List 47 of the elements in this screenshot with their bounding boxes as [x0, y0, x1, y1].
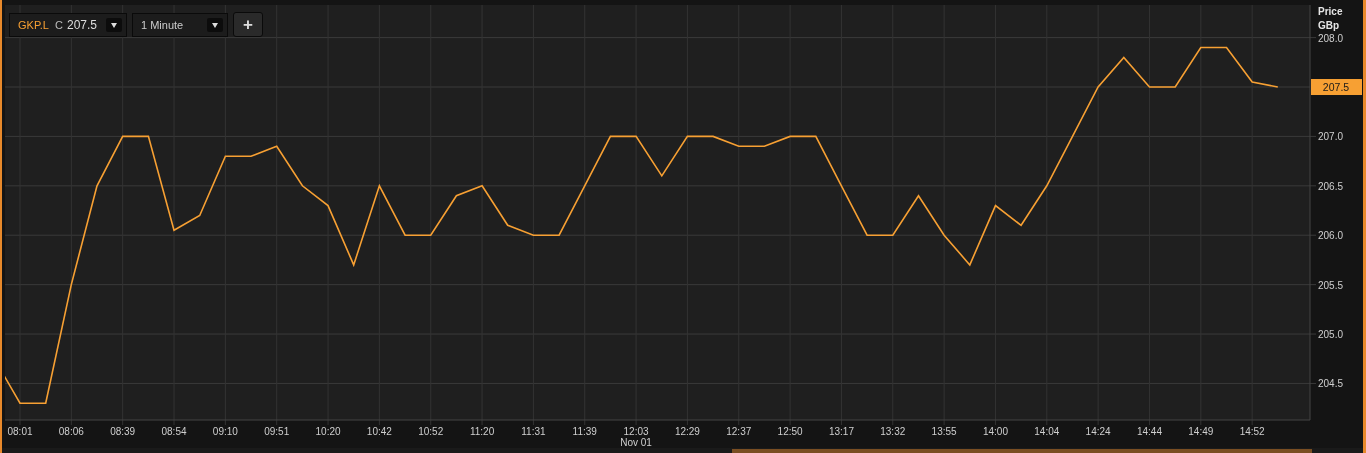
x-tick-label: 10:20	[315, 426, 341, 437]
caret-icon[interactable]	[207, 17, 223, 32]
x-tick-label: 14:49	[1188, 426, 1214, 437]
x-tick-label: 13:17	[828, 426, 854, 437]
x-tick-label: 13:32	[880, 426, 906, 437]
y-tick-label: 206.5	[1318, 180, 1344, 192]
x-tick-label: 09:10	[212, 426, 238, 437]
price-label: 207.5	[66, 17, 97, 32]
x-tick-label: 13:55	[931, 426, 957, 437]
x-tick-label: 12:37	[726, 426, 752, 437]
x-tick-label: 14:04	[1034, 426, 1060, 437]
interval-dropdown[interactable]: 1 Minute	[132, 12, 228, 37]
x-tick-label: 14:44	[1136, 426, 1162, 437]
last-price-badge: 207.5	[1311, 79, 1362, 95]
x-tick-label: 08:06	[58, 426, 84, 437]
y-tick-label: 204.5	[1318, 378, 1344, 390]
x-tick-label: 14:00	[982, 426, 1008, 437]
date-label: Nov 01	[620, 437, 652, 448]
x-tick-label: 10:42	[366, 426, 392, 437]
x-tick-label: 11:31	[521, 426, 546, 437]
x-tick-label: 11:39	[572, 426, 597, 437]
y-tick-label: 206.0	[1318, 230, 1344, 242]
x-tick-label: 11:20	[469, 426, 495, 437]
symbol-selector[interactable]: GKP.L C 207.5	[9, 12, 127, 37]
x-tick-label: 14:24	[1085, 426, 1111, 437]
x-tick-label: 12:50	[777, 426, 803, 437]
y-tick-label: 205.0	[1318, 329, 1344, 341]
x-tick-label: 12:29	[674, 426, 700, 437]
x-tick-label: 14:52	[1239, 426, 1265, 437]
scrollbar-thumb[interactable]	[732, 449, 1312, 453]
add-button[interactable]: +	[233, 12, 263, 37]
x-tick-label: 12:03	[623, 426, 649, 437]
x-tick-label: 08:39	[110, 426, 136, 437]
y-tick-label: 205.5	[1318, 279, 1344, 291]
x-tick-label: 08:01	[7, 426, 33, 437]
caret-icon[interactable]	[106, 17, 122, 32]
x-tick-label: 09:51	[264, 426, 290, 437]
interval-label: 1 Minute	[141, 18, 184, 31]
price-prefix: C	[55, 18, 63, 31]
x-tick-label: 08:54	[161, 426, 187, 437]
symbol-label: GKP.L	[18, 18, 49, 31]
axis-title: Price	[1318, 6, 1343, 17]
x-tick-label: 10:52	[418, 426, 444, 437]
scrollbar[interactable]	[2, 448, 1363, 453]
y-tick-label: 207.0	[1318, 131, 1344, 143]
y-tick-label: 208.0	[1318, 32, 1344, 44]
axis-title: GBp	[1318, 20, 1340, 31]
